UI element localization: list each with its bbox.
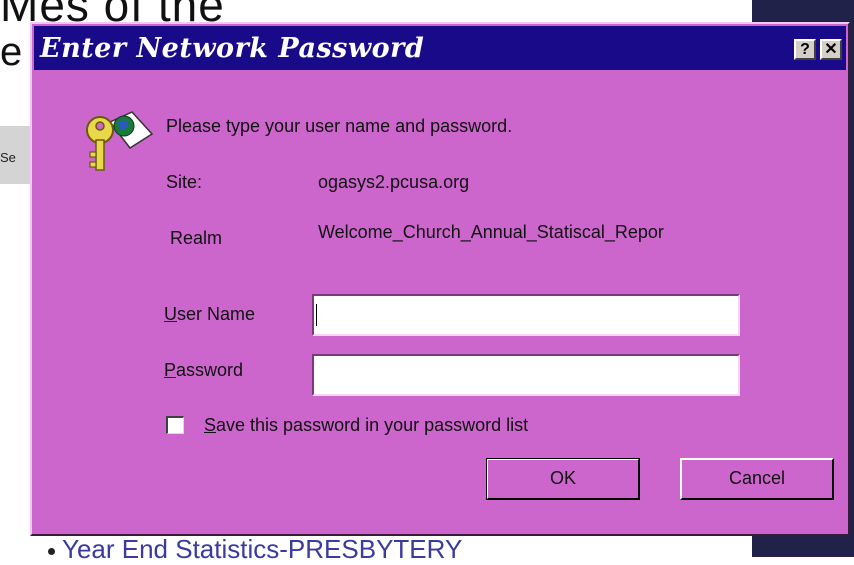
password-label-accesskey: P bbox=[164, 360, 177, 380]
text-caret bbox=[316, 304, 317, 326]
username-label: User Name bbox=[164, 304, 255, 325]
realm-value: Welcome_Church_Annual_Statiscal_Repor bbox=[318, 222, 664, 242]
background-side-text: Se bbox=[0, 150, 16, 165]
dialog-titlebar[interactable]: Enter Network Password ? ✕ bbox=[34, 26, 846, 70]
save-password-checkbox[interactable] bbox=[166, 416, 184, 434]
prompt-text: Please type your user name and password. bbox=[166, 116, 513, 136]
site-value: ogasys2.pcusa.org bbox=[318, 172, 470, 192]
close-button[interactable]: ✕ bbox=[820, 39, 842, 60]
password-label-text: assword bbox=[176, 360, 244, 380]
background-text-fragment: e bbox=[0, 30, 23, 74]
save-password-text: ave this password in your password list bbox=[216, 415, 529, 435]
background-bullet bbox=[48, 548, 55, 555]
username-label-text: ser Name bbox=[177, 304, 256, 324]
ok-button[interactable]: OK bbox=[486, 458, 640, 500]
dialog-title: Enter Network Password bbox=[40, 33, 425, 64]
cancel-button[interactable]: Cancel bbox=[680, 458, 834, 500]
keys-globe-icon bbox=[86, 111, 154, 171]
username-input[interactable] bbox=[312, 294, 740, 336]
network-password-dialog: Enter Network Password ? ✕ Please type y… bbox=[30, 22, 850, 536]
site-label: Site: bbox=[166, 172, 203, 192]
save-password-accesskey: S bbox=[204, 415, 217, 435]
save-password-label[interactable]: Save this password in your password list bbox=[204, 415, 528, 436]
background-link[interactable]: Year End Statistics-PRESBYTERY bbox=[62, 534, 462, 565]
password-label: Password bbox=[164, 360, 243, 381]
password-input[interactable] bbox=[312, 354, 740, 396]
help-button[interactable]: ? bbox=[794, 39, 816, 60]
realm-label: Realm bbox=[170, 228, 223, 248]
username-label-accesskey: U bbox=[164, 304, 177, 324]
